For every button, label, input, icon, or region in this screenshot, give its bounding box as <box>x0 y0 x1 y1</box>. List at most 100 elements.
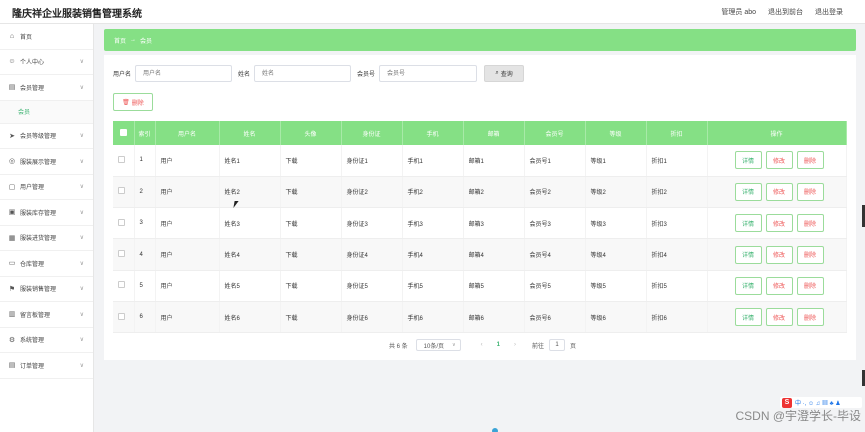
sidebar-item[interactable]: ⚑ 服装销售管理 ∨ <box>0 277 93 302</box>
avatar-download-link[interactable]: 下载 <box>280 145 342 177</box>
sidebar-item[interactable]: ▭ 仓库管理 ∨ <box>0 251 93 277</box>
index-cell: 3 <box>134 207 156 240</box>
sidebar-item[interactable]: ◎ 服装展示管理 ∨ <box>0 149 93 175</box>
home-icon: ⌂ <box>9 32 15 40</box>
chevron-down-icon: ∨ <box>79 235 84 242</box>
level-cell: 等级2 <box>585 176 647 209</box>
detail-button[interactable]: 详情 <box>734 308 762 327</box>
email-cell: 邮箱1 <box>463 145 525 177</box>
next-page-button[interactable]: › <box>514 342 516 348</box>
detail-button[interactable]: 详情 <box>734 245 762 264</box>
sidebar-item[interactable]: ☺ 个人中心 ∨ <box>0 50 93 75</box>
table-row: 4 用户 姓名4 下载 身份证4 手机4 邮箱4 会员号4 等级4 折扣4 详情 修改 删除 <box>113 238 847 271</box>
name-cell: 姓名2 <box>219 176 281 209</box>
delete-button[interactable]: 删除 <box>796 182 824 201</box>
detail-button[interactable]: 详情 <box>734 214 762 233</box>
member-no-cell: 会员号4 <box>524 238 586 271</box>
sidebar-item[interactable]: ▦ 服装进货管理 ∨ <box>0 226 93 251</box>
sidebar-item[interactable]: ▤ 订单管理 ∨ <box>0 353 93 379</box>
folder-icon: ▢ <box>8 183 16 191</box>
current-page[interactable]: 1 <box>497 342 500 348</box>
edit-button[interactable]: 修改 <box>765 245 793 264</box>
id-card-cell: 身份证5 <box>341 270 403 302</box>
edit-button[interactable]: 修改 <box>765 182 793 201</box>
sidebar-item-label: 系统管理 <box>20 338 45 345</box>
logout-link[interactable]: 退出登录 <box>815 7 843 17</box>
sogou-logo-icon[interactable]: S <box>782 397 792 408</box>
delete-button[interactable]: 删除 <box>796 245 824 264</box>
edit-button[interactable]: 修改 <box>765 308 793 327</box>
sidebar-subitem[interactable]: 会员 <box>0 100 93 124</box>
username-label: 用户名 <box>113 72 132 78</box>
edit-button[interactable]: 修改 <box>765 276 793 295</box>
breadcrumb-home[interactable]: 首页 <box>114 36 126 45</box>
member-no-input[interactable] <box>379 65 478 82</box>
avatar-download-link[interactable]: 下载 <box>280 238 342 271</box>
edit-button[interactable]: 修改 <box>765 214 793 233</box>
avatar-download-link[interactable]: 下载 <box>280 270 342 302</box>
username-cell: 用户 <box>155 207 220 240</box>
sidebar-item-label: 首页 <box>20 34 33 41</box>
search-button[interactable]: ⌕ 查询 <box>484 65 525 82</box>
delete-button[interactable]: 删除 <box>796 151 824 170</box>
table-row: 3 用户 姓名3 下载 身份证3 手机3 邮箱3 会员号3 等级3 折扣3 详情 修改 删除 <box>113 207 847 240</box>
discount-cell: 折扣5 <box>646 270 708 302</box>
row-checkbox[interactable] <box>118 250 125 258</box>
username-input[interactable] <box>135 65 233 82</box>
delete-button[interactable]: 删除 <box>796 276 824 295</box>
page-size-value: 10条/页 <box>423 343 445 350</box>
sidebar-item[interactable]: ⌂ 首页 <box>0 24 93 50</box>
sidebar-item-label: 会员等级管理 <box>20 134 57 141</box>
sidebar-item[interactable]: ▣ 服装库存管理 ∨ <box>0 200 93 226</box>
goto-page-input[interactable]: 1 <box>549 339 566 351</box>
select-all-checkbox[interactable] <box>119 128 127 136</box>
delete-button[interactable]: 删除 <box>796 214 824 233</box>
name-cell: 姓名6 <box>219 301 281 334</box>
sidebar-item[interactable]: ➤ 会员等级管理 ∨ <box>0 124 93 149</box>
detail-button[interactable]: 详情 <box>734 276 762 295</box>
header-select-all[interactable] <box>113 121 135 145</box>
sidebar-item[interactable]: ▤ 会员管理 ∨ <box>0 75 93 101</box>
username-cell: 用户 <box>155 301 220 334</box>
detail-button[interactable]: 详情 <box>734 182 762 201</box>
name-cell: 姓名5 <box>219 270 281 302</box>
detail-button[interactable]: 详情 <box>734 151 762 170</box>
ime-toolbar-icons[interactable]: 中 ·, ☺ ♫ ▦ ♣ ♟ <box>795 398 841 407</box>
avatar-download-link[interactable]: 下载 <box>280 301 342 334</box>
row-checkbox[interactable] <box>118 155 125 163</box>
edit-button[interactable]: 修改 <box>765 151 793 170</box>
bulk-delete-button[interactable]: 🗑 删除 <box>113 93 153 111</box>
index-cell: 1 <box>134 145 156 177</box>
name-input[interactable] <box>254 65 352 82</box>
column-header: 手机 <box>402 121 464 145</box>
row-actions: 详情 修改 删除 <box>713 214 846 233</box>
sidebar-item[interactable]: ▥ 留言板管理 ∨ <box>0 302 93 328</box>
admin-user-link[interactable]: 管理员 abo <box>721 7 756 17</box>
delete-button[interactable]: 删除 <box>796 308 824 327</box>
app-title: 隆庆祥企业服装销售管理系统 <box>12 9 142 20</box>
breadcrumb-arrow-icon: → <box>130 37 137 43</box>
sidebar-item-label: 会员管理 <box>20 85 45 92</box>
sidebar-item[interactable]: ▢ 用户管理 ∨ <box>0 175 93 200</box>
system-icon: ⚙ <box>8 336 16 344</box>
row-checkbox[interactable] <box>118 187 125 195</box>
prev-page-button[interactable]: ‹ <box>481 342 483 348</box>
row-checkbox[interactable] <box>118 312 125 320</box>
column-header: 操作 <box>707 121 847 145</box>
row-checkbox[interactable] <box>118 218 125 226</box>
back-to-frontend-link[interactable]: 退出到前台 <box>768 7 803 17</box>
page-size-select[interactable]: 10条/页 ∨ <box>415 339 461 351</box>
user-icon: ☺ <box>8 58 16 66</box>
order-icon: ▤ <box>8 362 16 370</box>
username-cell: 用户 <box>155 270 220 302</box>
avatar-download-link[interactable]: 下载 <box>280 176 342 209</box>
chevron-down-icon: ∨ <box>79 133 84 140</box>
sidebar-item[interactable]: ⚙ 系统管理 ∨ <box>0 328 93 353</box>
row-select-cell <box>113 145 135 177</box>
avatar-download-link[interactable]: 下载 <box>280 207 342 240</box>
level-cell: 等级4 <box>585 238 647 271</box>
email-cell: 邮箱4 <box>463 238 525 271</box>
row-checkbox[interactable] <box>118 281 125 289</box>
member-no-cell: 会员号3 <box>524 207 586 240</box>
member-no-cell: 会员号2 <box>524 176 586 209</box>
